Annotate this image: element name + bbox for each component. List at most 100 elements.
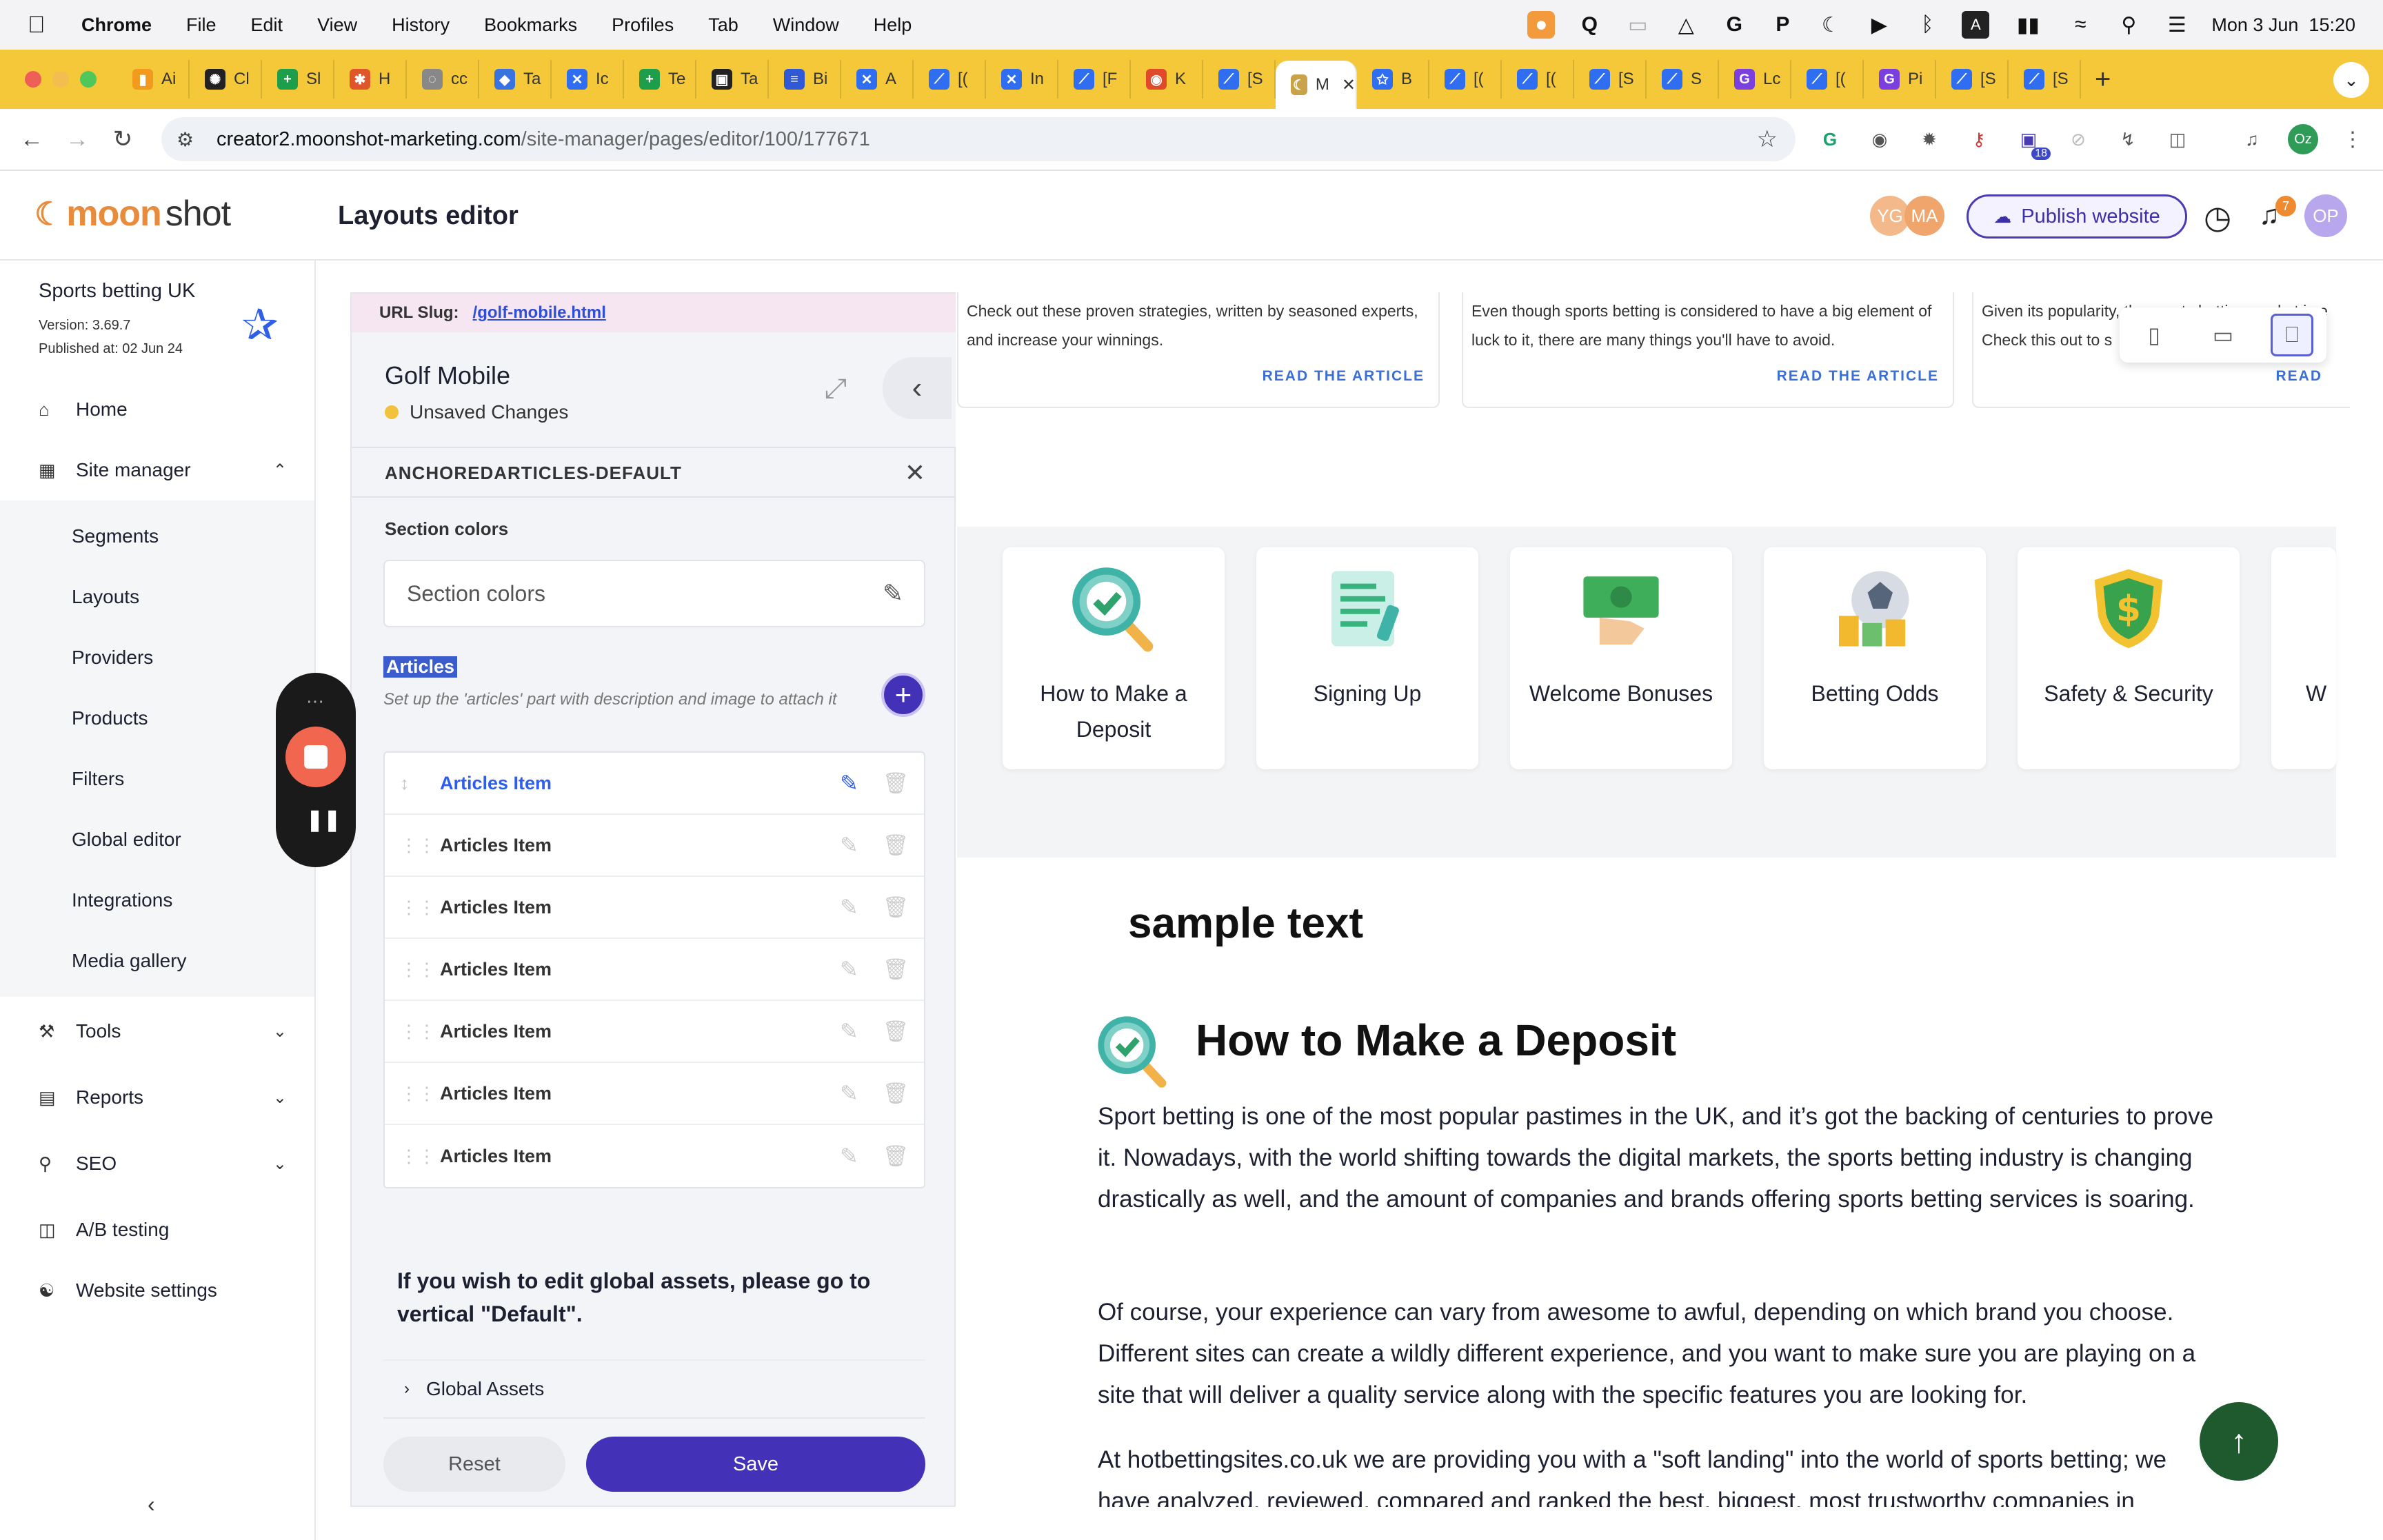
moon-icon[interactable]: ☾: [1817, 11, 1844, 39]
cube-ext-icon[interactable]: ▣ 18: [2013, 124, 2051, 160]
nav-seo[interactable]: ⚲ SEO ⌄: [39, 1153, 287, 1175]
close-section-icon[interactable]: ✕: [905, 458, 925, 487]
browser-tab[interactable]: ⟋ [S: [1574, 60, 1647, 99]
drag-handle-icon[interactable]: ⋮⋮: [400, 897, 436, 918]
edit-pencil-icon[interactable]: ✎: [840, 832, 858, 858]
browser-tab[interactable]: ⟋ [S: [2009, 60, 2081, 99]
bookmark-star-icon[interactable]: ☆: [1757, 125, 1778, 153]
edit-pencil-icon[interactable]: ✎: [840, 1080, 858, 1106]
battery-icon[interactable]: ▮▮: [2010, 11, 2046, 39]
expand-icon[interactable]: ⤢: [825, 374, 847, 405]
edit-pencil-icon[interactable]: ✎: [840, 1018, 858, 1044]
browser-tab[interactable]: ⟋ [(: [914, 60, 986, 99]
nav-products[interactable]: Products: [72, 707, 148, 729]
global-assets-accordion[interactable]: › Global Assets: [383, 1359, 925, 1419]
browser-tab[interactable]: ◆ Ta: [479, 60, 552, 99]
browser-tab[interactable]: ✕ In: [986, 60, 1058, 99]
tablet-view-icon[interactable]: ▭: [2202, 314, 2244, 356]
menu-profiles[interactable]: Profiles: [612, 14, 674, 36]
browser-tab[interactable]: ⟋ [(: [1429, 60, 1502, 99]
drag-handle-icon[interactable]: ↕: [400, 773, 409, 794]
list-item[interactable]: ⋮⋮ Articles Item ✎ 🗑: [385, 815, 924, 877]
a-icon[interactable]: A: [1962, 11, 1990, 39]
chrome-menu-icon[interactable]: ⋮: [2337, 124, 2368, 154]
list-item[interactable]: ↕ Articles Item ✎ 🗑: [385, 753, 924, 815]
trash-icon[interactable]: 🗑: [883, 1144, 909, 1168]
microphone-icon[interactable]: ●: [1527, 11, 1556, 39]
menu-edit[interactable]: Edit: [251, 14, 283, 36]
browser-tab[interactable]: ✕ A: [841, 60, 914, 99]
history-clock-icon[interactable]: ◷: [2204, 199, 2231, 236]
article-card[interactable]: Even though sports betting is considered…: [1462, 292, 1954, 408]
drag-handle-icon[interactable]: ⋮⋮: [400, 1146, 436, 1167]
moonshot-logo[interactable]: ☾ moon shot: [34, 193, 231, 234]
read-article-link[interactable]: READ THE ARTICLE: [1777, 368, 1939, 385]
browser-tab[interactable]: G Lc: [1719, 60, 1791, 99]
browser-tab[interactable]: ⟋ [F: [1058, 60, 1131, 99]
browser-tab[interactable]: ▮ Ai: [117, 60, 190, 99]
edit-pencil-icon[interactable]: ✎: [883, 579, 903, 608]
list-item[interactable]: ⋮⋮ Articles Item ✎ 🗑: [385, 1063, 924, 1125]
category-card[interactable]: How to Make a Deposit: [1003, 547, 1225, 769]
category-card[interactable]: Betting Odds: [1764, 547, 1986, 769]
browser-tab[interactable]: + Sl: [262, 60, 334, 99]
nav-filters[interactable]: Filters: [72, 768, 124, 790]
wifi-icon[interactable]: ≈: [2067, 11, 2094, 39]
nav-website-settings[interactable]: ☯ Website settings: [39, 1279, 287, 1301]
browser-tab[interactable]: ✕ Ic: [552, 60, 624, 99]
nav-ab-testing[interactable]: ◫ A/B testing: [39, 1219, 287, 1241]
control-center-icon[interactable]: ☰: [2163, 11, 2191, 39]
nav-home[interactable]: ⌂ Home: [39, 398, 287, 421]
browser-tab[interactable]: + Te: [624, 60, 696, 99]
menu-window[interactable]: Window: [773, 14, 839, 36]
puzzle-extensions-icon[interactable]: ◫: [2162, 124, 2193, 154]
menu-help[interactable]: Help: [874, 14, 912, 36]
pen-ext-icon[interactable]: ↯: [2113, 124, 2143, 154]
category-card-partial[interactable]: W: [2271, 547, 2336, 769]
new-tab-icon[interactable]: +: [2095, 64, 2111, 95]
collapse-panel-button[interactable]: ‹: [883, 357, 952, 419]
nav-reports[interactable]: ▤ Reports ⌄: [39, 1086, 287, 1108]
edit-pencil-icon[interactable]: ✎: [840, 956, 858, 982]
zoom-window-icon[interactable]: [80, 71, 97, 88]
browser-tab[interactable]: ✩ B: [1357, 60, 1429, 99]
nav-site-manager[interactable]: ▦ Site manager ⌃: [39, 459, 287, 481]
save-button[interactable]: Save: [586, 1437, 925, 1492]
back-arrow-icon[interactable]: ←: [18, 125, 46, 153]
menu-tab[interactable]: Tab: [708, 14, 738, 36]
nav-global-editor[interactable]: Global editor: [72, 829, 181, 851]
p-icon[interactable]: P: [1769, 11, 1796, 39]
drag-handle-icon[interactable]: ⋮⋮: [400, 1083, 436, 1104]
category-card[interactable]: Welcome Bonuses: [1510, 547, 1732, 769]
trash-icon[interactable]: 🗑: [883, 833, 909, 858]
trash-icon[interactable]: 🗑: [883, 895, 909, 920]
browser-tab[interactable]: ✱ H: [334, 60, 407, 99]
edit-pencil-icon[interactable]: ✎: [840, 894, 858, 920]
browser-tab[interactable]: ⟋ [S: [1203, 60, 1276, 99]
tab-search-icon[interactable]: ⌄: [2333, 62, 2369, 98]
nav-layouts[interactable]: Layouts: [72, 586, 139, 608]
stop-recording-button[interactable]: [285, 727, 346, 787]
browser-tab[interactable]: ≡ Bi: [769, 60, 841, 99]
nav-media-gallery[interactable]: Media gallery: [72, 950, 187, 972]
menu-history[interactable]: History: [392, 14, 450, 36]
browser-tab[interactable]: ⟋ [S: [1936, 60, 2009, 99]
drag-handle-icon[interactable]: ⋮⋮: [400, 835, 436, 856]
bluetooth-icon[interactable]: ᛒ: [1913, 11, 1941, 39]
browser-tab[interactable]: G Pi: [1864, 60, 1936, 99]
nav-integrations[interactable]: Integrations: [72, 889, 172, 911]
browser-tab[interactable]: ⟋ [(: [1502, 60, 1574, 99]
category-card[interactable]: $ Safety & Security: [2018, 547, 2240, 769]
browser-tab[interactable]: ⟋ [(: [1791, 60, 1864, 99]
read-article-link[interactable]: READ THE ARTICLE: [1263, 368, 1425, 385]
nav-tools[interactable]: ⚒ Tools ⌄: [39, 1020, 287, 1042]
menu-file[interactable]: File: [186, 14, 217, 36]
list-item[interactable]: ⋮⋮ Articles Item ✎ 🗑: [385, 1125, 924, 1187]
user-avatar-op[interactable]: OP: [2304, 194, 2347, 237]
menu-view[interactable]: View: [317, 14, 357, 36]
grammarly-icon[interactable]: G: [1720, 11, 1748, 39]
blocked-ext-icon[interactable]: ⊘: [2063, 124, 2093, 154]
forward-arrow-icon[interactable]: →: [63, 125, 91, 153]
chatgpt-ext-icon[interactable]: ✹: [1914, 124, 1944, 154]
list-item[interactable]: ⋮⋮ Articles Item ✎ 🗑: [385, 939, 924, 1001]
